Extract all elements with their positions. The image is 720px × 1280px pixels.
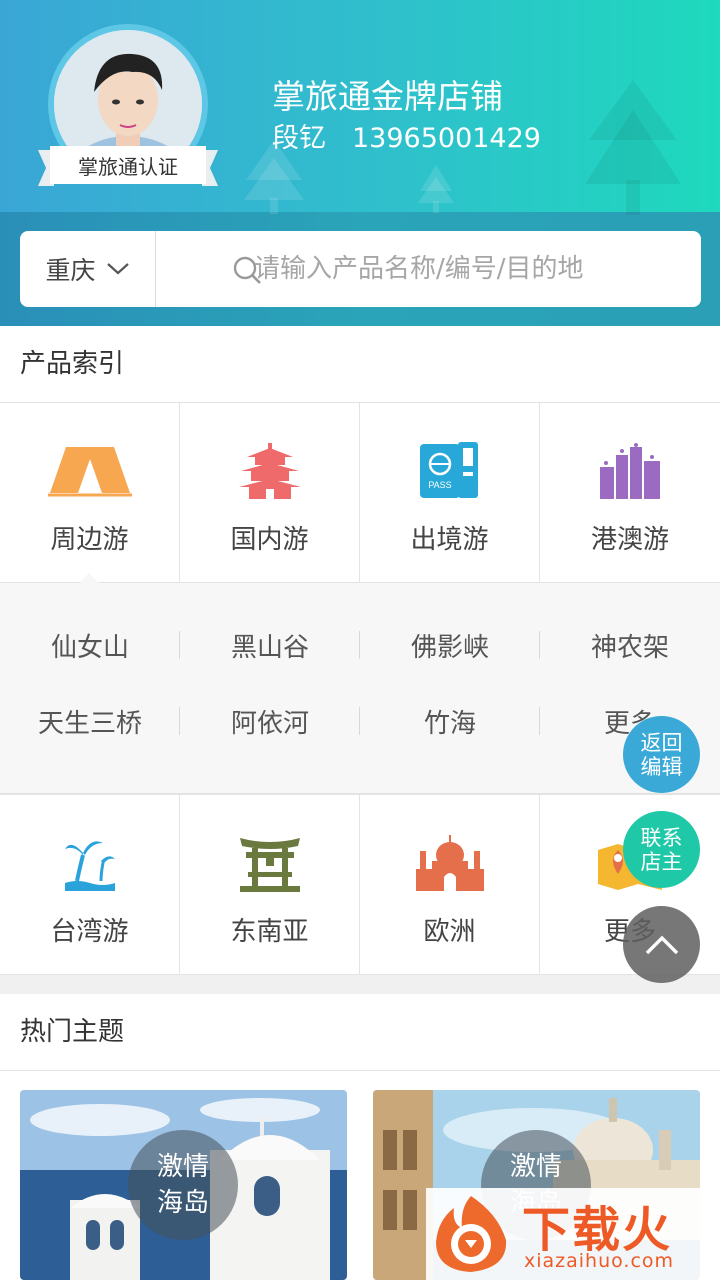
- product-index-title: 产品索引: [0, 326, 720, 403]
- category-label: 东南亚: [230, 917, 309, 947]
- passport-icon: PASS: [419, 442, 478, 498]
- city-icon: [600, 443, 660, 499]
- city-selector[interactable]: 重庆: [20, 231, 156, 307]
- city-label: 重庆: [45, 256, 96, 285]
- category-label: 国内游: [230, 525, 309, 555]
- tent-icon: [47, 447, 132, 497]
- taj-mahal-icon: [415, 835, 484, 891]
- category-label: 出境游: [410, 525, 489, 555]
- torii-icon: [239, 838, 300, 892]
- category-outbound[interactable]: PASS 出境游: [360, 403, 540, 582]
- category-label: 周边游: [50, 525, 129, 555]
- hot-themes-title: 热门主题: [0, 994, 720, 1071]
- category-taiwan[interactable]: 台湾游: [0, 795, 180, 974]
- category-grid-row1: 周边游 国内游 PASS 出境游 港澳游: [0, 402, 720, 583]
- category-nearby[interactable]: 周边游: [0, 403, 180, 582]
- destination-link[interactable]: 黑山谷: [180, 627, 360, 664]
- caret-indicator: [78, 573, 100, 584]
- category-label: 台湾游: [50, 917, 129, 947]
- tree-icon: [585, 80, 681, 215]
- watermark: 下载火 xiazaihuo.com: [426, 1188, 720, 1280]
- palm-tree-icon: [64, 841, 115, 891]
- category-europe[interactable]: 欧洲: [360, 795, 540, 974]
- destination-link[interactable]: 佛影峡: [360, 627, 540, 664]
- category-southeast-asia[interactable]: 东南亚: [180, 795, 360, 974]
- shop-owner: 段钇 13965001429: [272, 116, 567, 155]
- theme-label: 激情 海岛: [128, 1130, 238, 1240]
- destination-link[interactable]: 天生三桥: [0, 703, 180, 740]
- search-input[interactable]: [254, 231, 694, 307]
- owner-phone[interactable]: 13965001429: [352, 123, 541, 154]
- category-domestic[interactable]: 国内游: [180, 403, 360, 582]
- tree-icon: [418, 165, 454, 213]
- theme-card[interactable]: 激情 海岛: [20, 1090, 347, 1280]
- category-label: 欧洲: [423, 917, 476, 947]
- contact-owner-button[interactable]: 联系 店主: [623, 811, 700, 888]
- category-hk-macau[interactable]: 港澳游: [540, 403, 720, 582]
- scroll-top-button[interactable]: [623, 906, 700, 983]
- sub-destinations: 仙女山 黑山谷 佛影峡 神农架 天生三桥 阿依河 竹海 更多: [0, 583, 720, 794]
- chevron-up-icon: [645, 935, 678, 954]
- owner-name: 段钇: [272, 123, 326, 154]
- certified-badge-label: 掌旅通认证: [78, 155, 178, 179]
- destination-link[interactable]: 仙女山: [0, 627, 180, 664]
- category-label: 港澳游: [590, 525, 669, 555]
- flame-logo-icon: [436, 1196, 507, 1272]
- destination-link[interactable]: 阿依河: [180, 703, 360, 740]
- search-bar: 重庆: [20, 231, 701, 307]
- destination-link[interactable]: 神农架: [540, 627, 720, 664]
- watermark-url: xiazaihuo.com: [524, 1250, 675, 1272]
- shop-header: 掌旅通认证 掌旅通金牌店铺 段钇 13965001429 重庆: [0, 0, 720, 326]
- category-grid-row2: 台湾游 东南亚 欧洲 更多: [0, 794, 720, 975]
- svg-text:PASS: PASS: [428, 480, 451, 490]
- shop-name: 掌旅通金牌店铺: [272, 77, 503, 116]
- destination-link[interactable]: 竹海: [360, 703, 540, 740]
- back-edit-button[interactable]: 返回 编辑: [623, 716, 700, 793]
- chevron-down-icon: [106, 263, 129, 275]
- pagoda-icon: [238, 443, 301, 499]
